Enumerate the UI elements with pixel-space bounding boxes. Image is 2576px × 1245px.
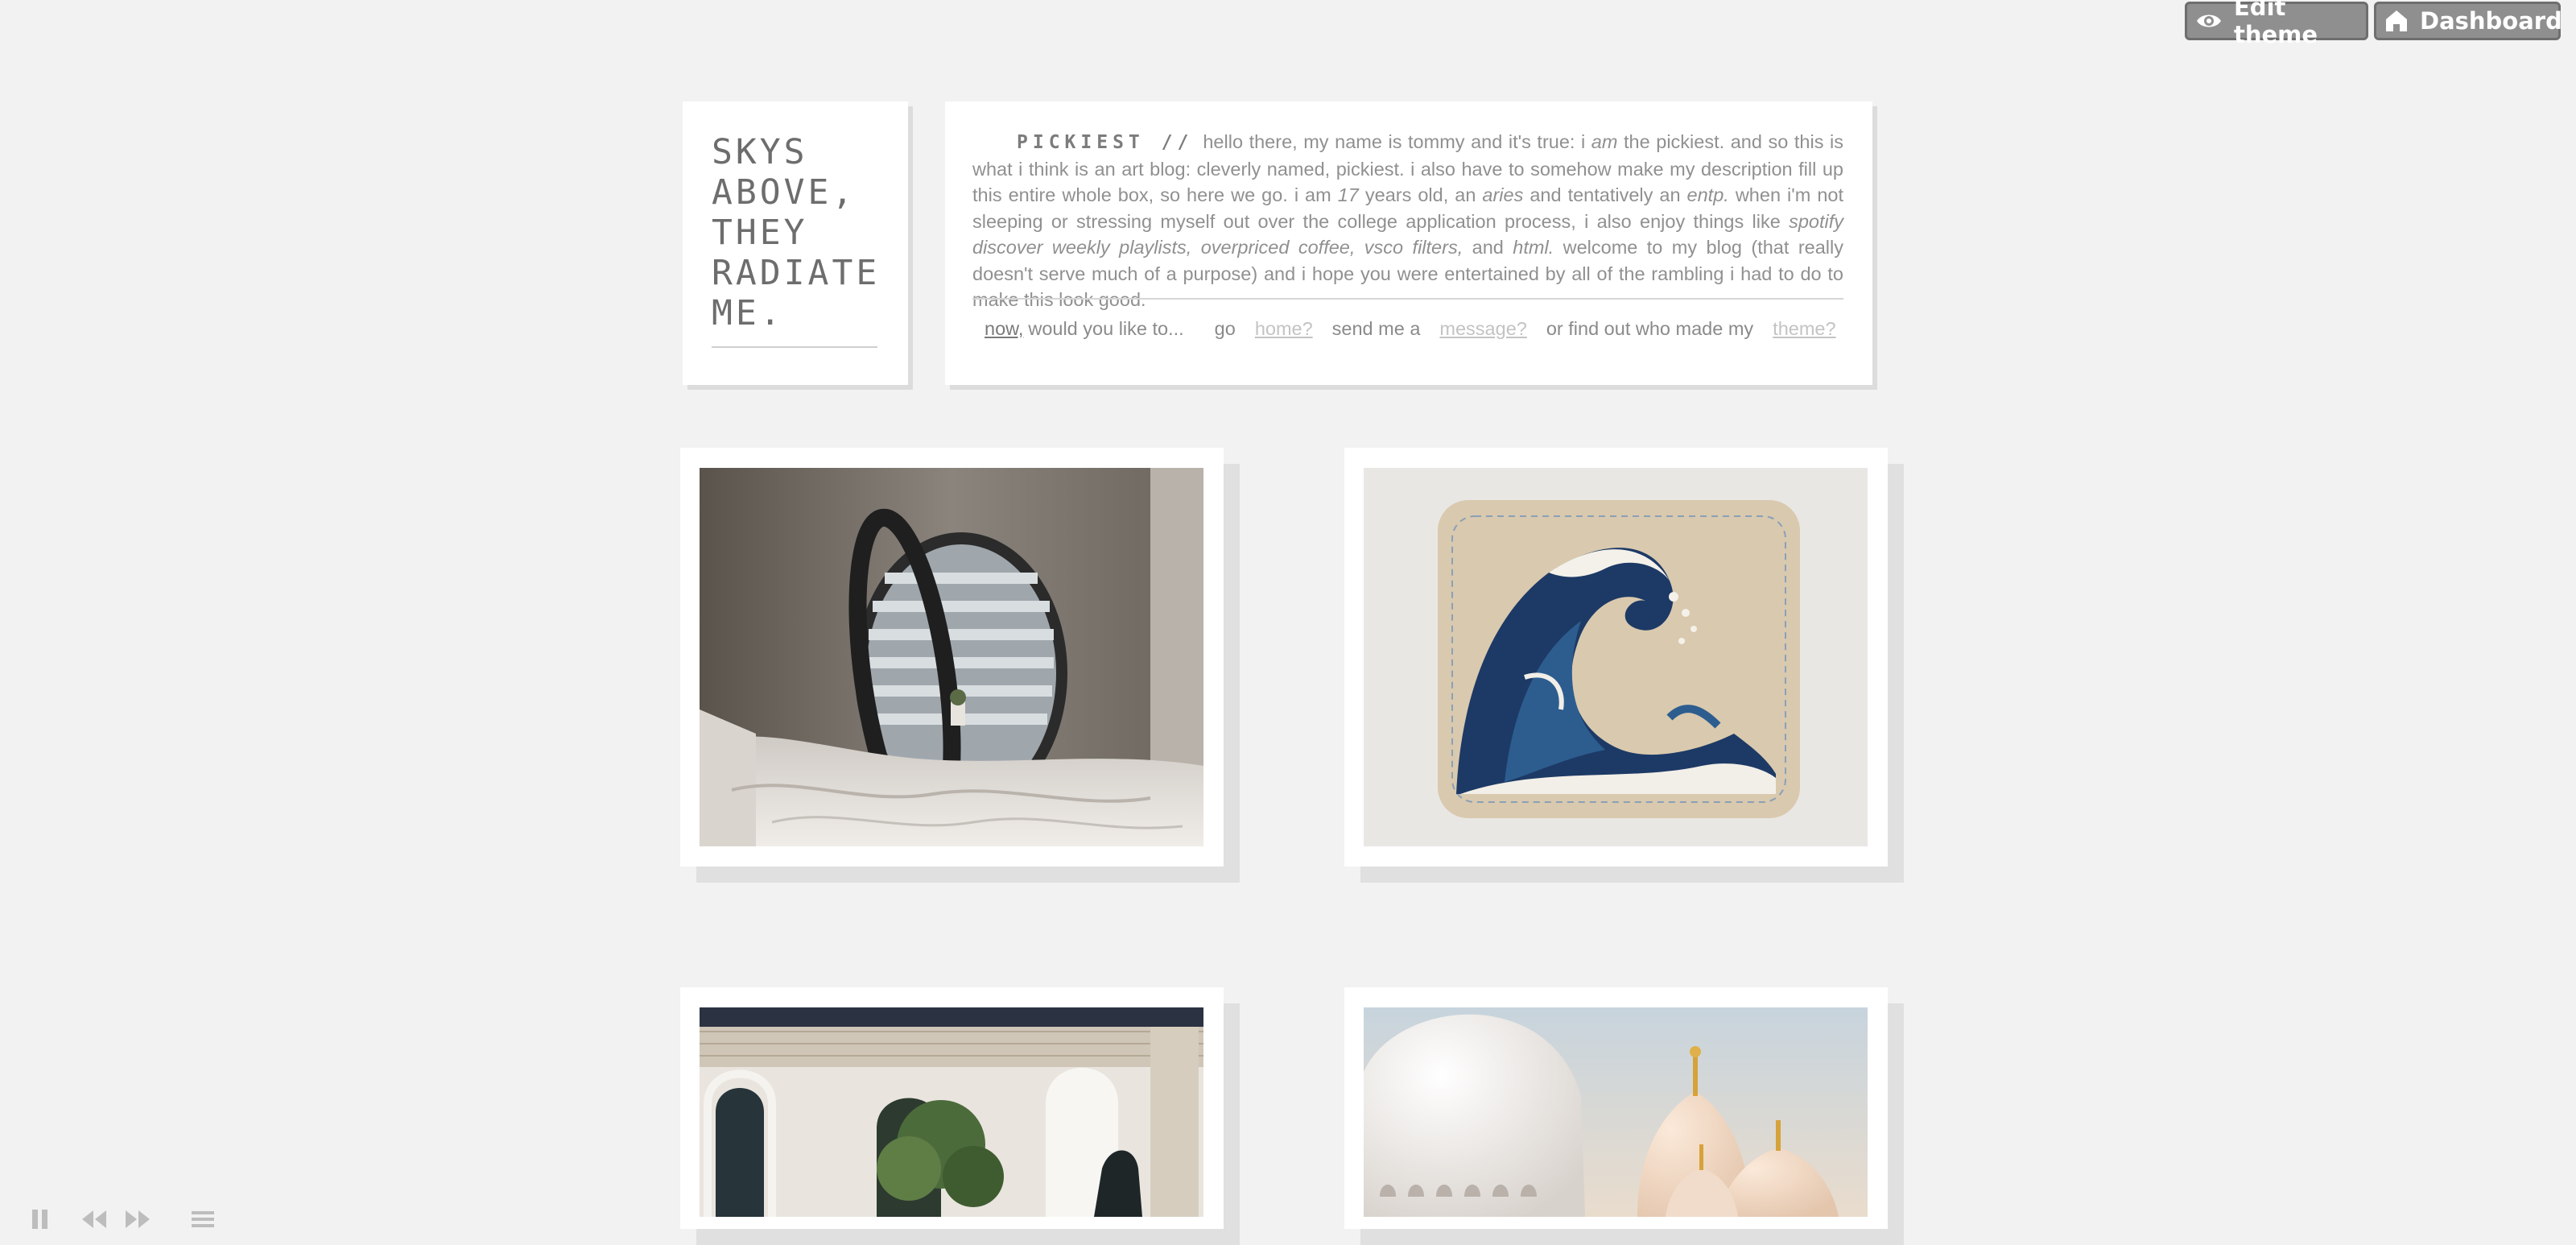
nav-send-text: send me a: [1331, 317, 1421, 339]
eye-icon: [2195, 11, 2223, 31]
nav-home-link[interactable]: home?: [1255, 318, 1313, 340]
desc-type: entp.: [1686, 184, 1729, 205]
desc-text-4: and tentatively an: [1523, 184, 1687, 205]
desc-age: 17: [1337, 184, 1359, 205]
post-image-round-window[interactable]: [700, 468, 1203, 846]
title-divider: [712, 346, 877, 348]
blog-nav: now, would you like to... go home? send …: [985, 314, 1836, 343]
desc-am: am: [1591, 131, 1618, 152]
photo-post[interactable]: [1344, 987, 1888, 1229]
rewind-icon[interactable]: [80, 1208, 108, 1235]
description-divider: [972, 298, 1843, 300]
edit-theme-button[interactable]: Edit theme: [2185, 0, 2368, 48]
desc-text-1: hello there, my name is tommy and it's t…: [1203, 131, 1591, 152]
blog-description: PICKIEST // hello there, my name is tommy…: [972, 129, 1843, 313]
nav-find-text: or find out who made my: [1546, 317, 1754, 339]
post-image-courtyard-arches[interactable]: [700, 1007, 1203, 1217]
nav-like-text: would you like to...: [1028, 317, 1184, 339]
nav-go-text: go: [1214, 317, 1236, 339]
desc-text-6: and: [1463, 237, 1513, 258]
home-icon: [2384, 9, 2409, 33]
fast-forward-icon[interactable]: [124, 1208, 151, 1235]
photo-post[interactable]: [680, 448, 1224, 867]
desc-text-3: years old, an: [1358, 184, 1483, 205]
playlist-icon[interactable]: [190, 1208, 216, 1235]
dashboard-label: Dashboard: [2420, 7, 2562, 35]
nav-now: now,: [985, 317, 1024, 339]
nav-message-link[interactable]: message?: [1439, 318, 1526, 340]
desc-sign: aries: [1482, 184, 1524, 205]
dashboard-button[interactable]: Dashboard: [2374, 2, 2562, 40]
blog-description-card: PICKIEST // hello there, my name is tommy…: [945, 101, 1872, 385]
photo-post[interactable]: [1344, 448, 1888, 867]
nav-theme-link[interactable]: theme?: [1773, 318, 1835, 340]
blog-brand: PICKIEST //: [1017, 132, 1194, 153]
photo-post[interactable]: [680, 987, 1224, 1229]
post-image-embroidered-wave[interactable]: [1364, 468, 1868, 846]
pause-icon[interactable]: [31, 1208, 50, 1235]
blog-title: SKYS ABOVE, THEY RADIATE ME.: [712, 132, 881, 333]
blog-title-card: SKYS ABOVE, THEY RADIATE ME.: [683, 101, 908, 385]
edit-theme-label: Edit theme: [2234, 0, 2318, 48]
desc-html: html.: [1513, 237, 1554, 258]
post-image-mosque-domes[interactable]: [1364, 1007, 1868, 1217]
